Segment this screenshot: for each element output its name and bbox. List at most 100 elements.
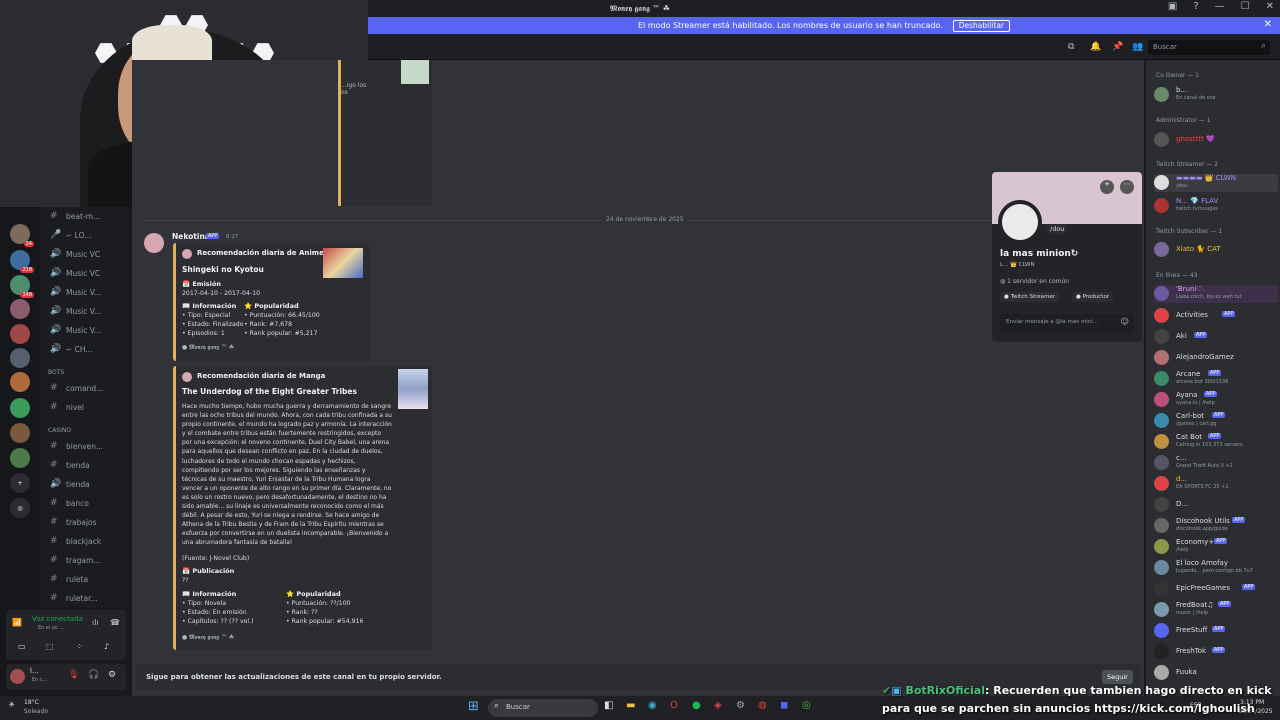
channel-item[interactable]: # bienven... — [50, 439, 130, 453]
member-item[interactable]: Arcane APP arcane.bot 300/1536 — [1154, 370, 1278, 388]
member-item[interactable]: N... 💎 FLAV twitch.tv/nuugas — [1154, 197, 1278, 215]
message-author[interactable]: Nekotina — [172, 232, 210, 241]
profile-avatar[interactable] — [998, 200, 1042, 244]
start-icon[interactable]: ⊞ — [468, 699, 479, 714]
channel-item[interactable]: # nivel — [50, 400, 130, 414]
more-options-icon[interactable]: ⋯ — [1120, 180, 1134, 194]
member-item[interactable]: El loco Amofay Jugando... pero contigo bb… — [1154, 559, 1278, 577]
inbox-icon[interactable]: ▣ — [1168, 1, 1177, 12]
screen-share-icon[interactable]: ⬚ — [46, 642, 54, 651]
mutual-servers[interactable]: ◍ 1 servidor en común — [1000, 278, 1069, 285]
server-icon[interactable] — [10, 348, 30, 368]
member-item[interactable]: Carl-bot APP/games | carl.gg — [1154, 412, 1278, 430]
embed-title[interactable]: Shingeki no Kyotou — [182, 265, 264, 274]
minimize-icon[interactable]: — — [1215, 1, 1225, 12]
avatar[interactable] — [10, 669, 25, 684]
channel-item[interactable]: # trabajos — [50, 515, 130, 529]
member-item[interactable]: Cat Bot APP Catting in 153,373 servers — [1154, 433, 1278, 451]
spotify-icon[interactable]: ● — [692, 700, 701, 711]
camera-icon[interactable]: ▭ — [18, 642, 26, 651]
member-item[interactable]: FreeStuff APP — [1154, 622, 1278, 640]
voice-channel[interactable]: 🔊 Music V... — [50, 323, 130, 337]
member-item[interactable]: FreshTok APP — [1154, 643, 1278, 661]
message-user-input[interactable]: Enviar mensaje a @la mas mini... ☺ — [1000, 314, 1134, 332]
member-item[interactable]: AlejandroGamez — [1154, 349, 1278, 367]
help-icon[interactable]: ? — [1193, 1, 1198, 12]
voice-channel[interactable]: 🔊 Music V... — [50, 285, 130, 299]
channel-item[interactable]: # comand... — [50, 381, 130, 395]
disconnect-icon[interactable]: ☎ — [110, 618, 120, 627]
mute-icon[interactable]: 🎙 — [68, 670, 79, 680]
taskbar-search[interactable]: ⌕ Buscar — [488, 699, 598, 717]
soundboard-icon[interactable]: ♪ — [104, 642, 109, 651]
server-icon[interactable]: 148 — [10, 275, 34, 298]
voice-channel[interactable]: 🔊 Music VC — [50, 247, 130, 261]
taskview-icon[interactable]: ◧ — [604, 700, 613, 711]
member-item[interactable]: Aki APP — [1154, 328, 1278, 346]
disable-streamer-button[interactable]: Deshabilitar — [952, 19, 1011, 32]
embed-title[interactable]: The Underdog of the Eight Greater Tribes — [182, 387, 357, 396]
channel-item[interactable]: # banco — [50, 496, 130, 510]
opera-icon[interactable]: O — [670, 700, 678, 711]
member-item[interactable]: 'Bruni♡. Llabe:mich, bis es weh tut — [1154, 285, 1278, 303]
author-avatar[interactable] — [144, 233, 164, 253]
voice-channel[interactable]: 🔊 Music V... — [50, 304, 130, 318]
chrome-icon[interactable]: ◎ — [802, 700, 811, 711]
server-icon[interactable] — [10, 372, 30, 392]
voice-channel[interactable]: 🔊 ⌐ CH... — [50, 342, 130, 356]
server-icon[interactable] — [10, 324, 30, 344]
server-icon[interactable]: 218 — [10, 250, 34, 273]
explore-icon[interactable]: ◎ — [10, 498, 30, 518]
add-server-icon[interactable]: + — [10, 473, 30, 493]
embed-thumbnail[interactable] — [401, 60, 429, 84]
manga-thumbnail[interactable] — [398, 369, 428, 409]
activities-icon[interactable]: ⁘ — [76, 642, 83, 651]
member-item[interactable]: ▬▬▬▬ 👑 CLWN/dou — [1154, 174, 1278, 192]
channel-item[interactable]: # beat-m... — [50, 209, 130, 223]
edge-icon[interactable]: ◉ — [648, 700, 657, 711]
member-item[interactable]: FredBoat♫ APP music | /help — [1154, 601, 1278, 619]
channel-item[interactable]: # tragam... — [50, 553, 130, 567]
member-item[interactable]: b... En canal de voz — [1154, 86, 1278, 104]
app-icon[interactable]: ◈ — [714, 700, 722, 711]
member-item[interactable]: ghostttt 💜 — [1154, 131, 1278, 149]
notifications-icon[interactable]: 🔔 — [1090, 42, 1101, 52]
member-item[interactable]: Fuuka — [1154, 664, 1278, 682]
category-bots[interactable]: BOTS — [48, 369, 64, 376]
member-item[interactable]: d... EA SPORTS FC 25 +1 — [1154, 475, 1278, 493]
member-item[interactable]: D... — [1154, 496, 1278, 514]
channel-item[interactable]: # blackjack — [50, 534, 130, 548]
channel-item[interactable]: # tienda — [50, 458, 130, 472]
member-item[interactable]: c... Grand Theft Auto V +1 — [1154, 454, 1278, 472]
headphones-icon[interactable]: 🎧 — [88, 670, 99, 680]
channel-item[interactable]: # ruleta — [50, 572, 130, 586]
members-icon[interactable]: 👥 — [1132, 42, 1143, 52]
server-icon[interactable] — [10, 299, 30, 319]
discord-icon[interactable]: ◼ — [780, 700, 788, 711]
member-item[interactable]: Economy+ APP/help — [1154, 538, 1278, 556]
category-casino[interactable]: CASINO — [48, 427, 71, 434]
channel-item[interactable]: # ruletar... — [50, 591, 130, 605]
server-icon[interactable] — [10, 448, 30, 468]
folder-icon[interactable]: ▬ — [626, 700, 635, 711]
close-banner-icon[interactable]: ✕ — [1264, 19, 1272, 30]
member-item[interactable]: EpicFreeGames APP — [1154, 580, 1278, 598]
threads-icon[interactable]: ⧉ — [1068, 42, 1074, 52]
close-icon[interactable]: ✕ — [1266, 1, 1274, 12]
channel-item[interactable]: 🎤 ⌐ LO... — [50, 228, 130, 242]
settings-icon[interactable]: ⚙ — [736, 700, 745, 711]
member-item[interactable]: Ayana APP ayana.io | /help — [1154, 391, 1278, 409]
server-icon[interactable] — [10, 398, 30, 418]
noise-icon[interactable]: ılı — [92, 618, 99, 627]
pin-icon[interactable]: 📌 — [1112, 42, 1123, 52]
anime-thumbnail[interactable] — [323, 248, 363, 278]
server-icon[interactable]: 24 — [10, 224, 34, 247]
app-icon[interactable]: ◍ — [758, 700, 767, 711]
voice-channel[interactable]: 🔊 Music VC — [50, 266, 130, 280]
member-item[interactable]: Discohook Utils APP discohook.app/guide — [1154, 517, 1278, 535]
member-item[interactable]: Activities APP — [1154, 307, 1278, 325]
channel-item[interactable]: 🔊 tienda — [50, 477, 130, 491]
maximize-icon[interactable]: ☐ — [1241, 1, 1250, 12]
add-friend-icon[interactable]: + — [1100, 180, 1114, 194]
search-input[interactable]: Buscar ⌕ — [1148, 40, 1270, 55]
